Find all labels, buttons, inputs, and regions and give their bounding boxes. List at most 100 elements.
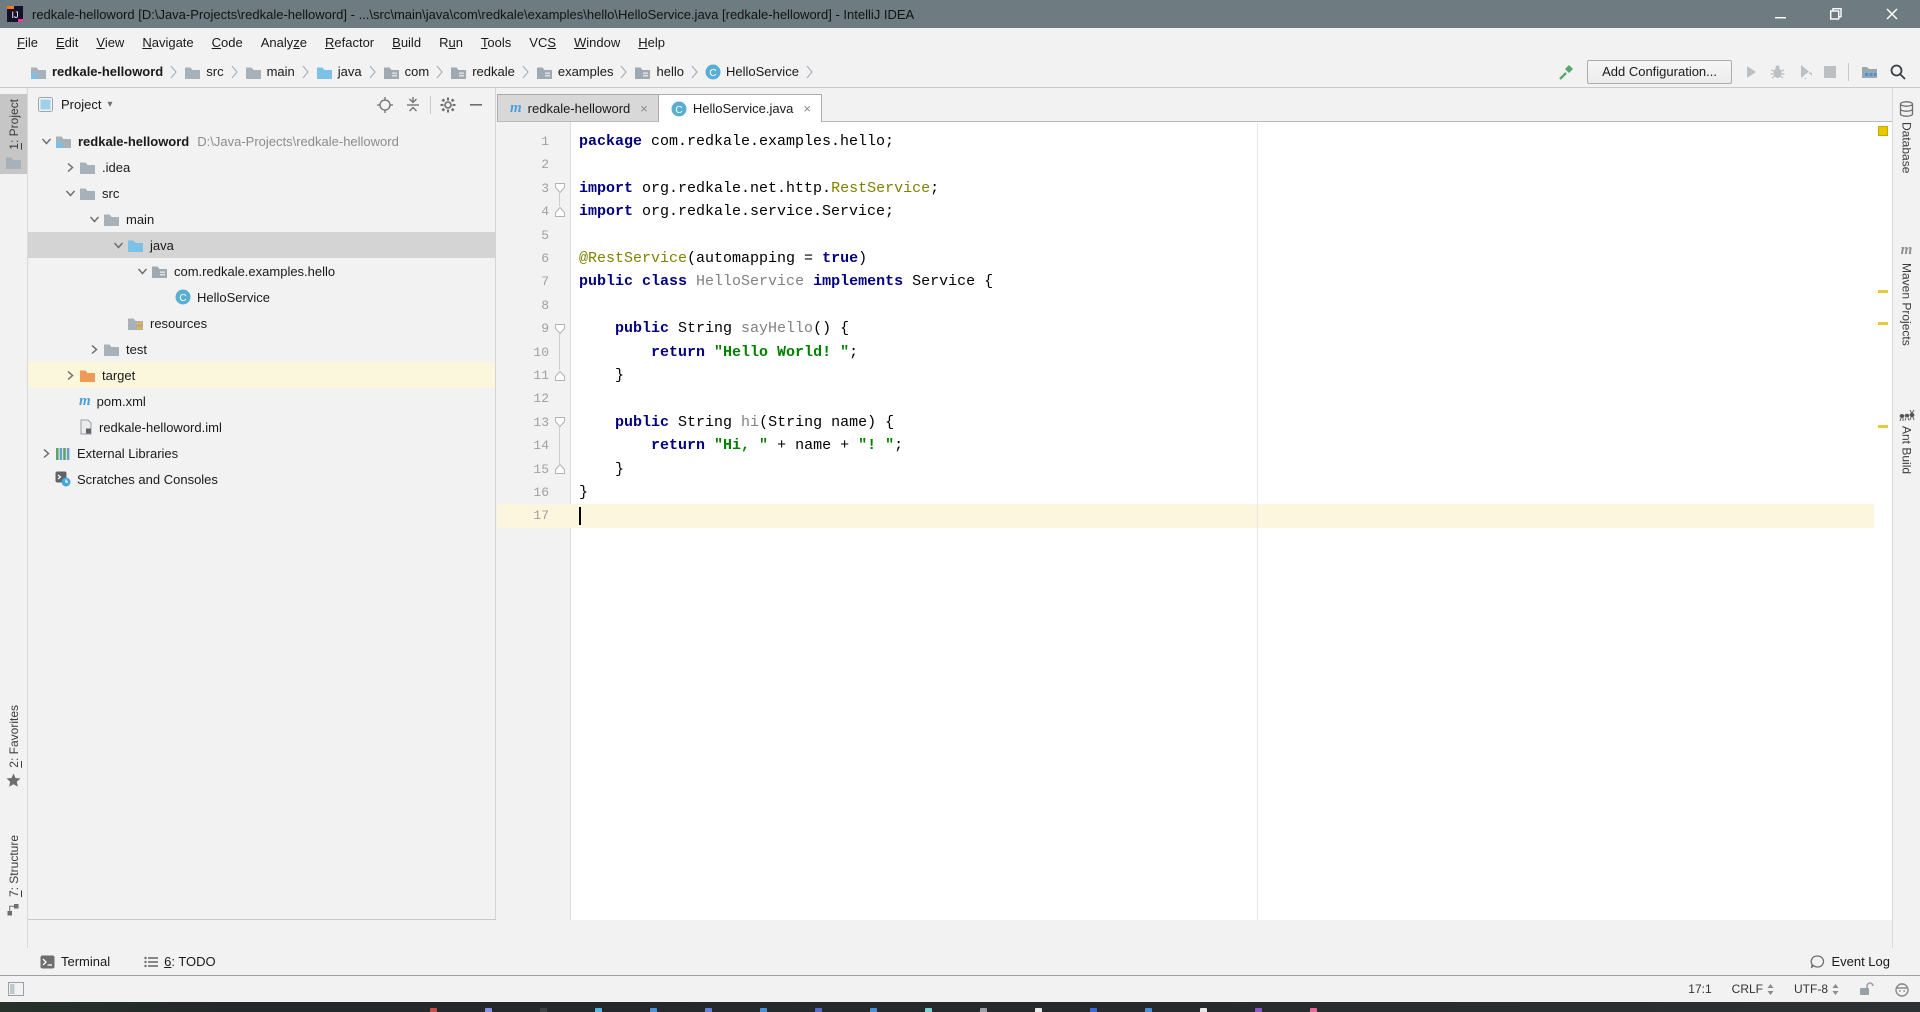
code-line-14[interactable]: return "Hi, " + name + "! "; — [579, 434, 903, 457]
tree-item-java[interactable]: java — [28, 232, 495, 258]
hide-panel-icon[interactable] — [465, 94, 487, 116]
line-separator-widget[interactable]: CRLF — [1732, 982, 1774, 996]
menu-tools[interactable]: Tools — [472, 31, 520, 54]
hector-inspections-icon[interactable] — [1894, 982, 1910, 997]
tab-close-icon[interactable]: × — [636, 101, 648, 116]
restore-button[interactable] — [1808, 0, 1864, 28]
warning-stripe-mark[interactable] — [1878, 425, 1888, 428]
tree-item-external-libraries[interactable]: External Libraries — [28, 440, 495, 466]
code-line-10[interactable]: return "Hello World! "; — [579, 341, 858, 364]
code-line-9[interactable]: public String sayHello() { — [579, 317, 849, 340]
tree-item-redkale-helloword[interactable]: redkale-hellowordD:\Java-Projects\redkal… — [28, 128, 495, 154]
tree-item-scratches-and-consoles[interactable]: Scratches and Consoles — [28, 466, 495, 492]
stripe-button-maven-projects[interactable]: mMaven Projects — [1893, 238, 1920, 351]
collapse-all-icon[interactable] — [402, 94, 424, 116]
tree-item-redkale-helloword-iml[interactable]: redkale-helloword.iml — [28, 414, 495, 440]
menu-run[interactable]: Run — [430, 31, 472, 54]
tree-expanded-chevron-icon[interactable] — [134, 263, 151, 280]
toolwindow-toggle-icon[interactable] — [8, 982, 24, 996]
tree-item-helloservice[interactable]: CHelloService — [28, 284, 495, 310]
breadcrumb-item-redkale-helloword[interactable]: redkale-helloword — [30, 64, 163, 79]
code-line-16[interactable]: } — [579, 481, 588, 504]
breadcrumb-item-src[interactable]: src — [184, 64, 223, 79]
code-line-6[interactable]: @RestService(automapping = true) — [579, 247, 867, 270]
menu-file[interactable]: File — [8, 31, 47, 54]
warning-stripe-mark[interactable] — [1878, 290, 1888, 293]
toolwindow-button-terminal[interactable]: Terminal — [40, 954, 110, 969]
breadcrumb-item-examples[interactable]: examples — [536, 64, 614, 79]
breadcrumb-item-helloservice[interactable]: CHelloService — [705, 64, 799, 80]
fold-start-icon[interactable] — [554, 317, 566, 340]
breadcrumb-item-hello[interactable]: hello — [634, 64, 683, 79]
settings-gear-icon[interactable] — [437, 94, 459, 116]
stripe-button-database[interactable]: Database — [1893, 96, 1920, 178]
debug-icon[interactable] — [1770, 64, 1785, 79]
warning-stripe-mark[interactable] — [1878, 322, 1888, 325]
tree-item-target[interactable]: target — [28, 362, 495, 388]
tree-collapsed-chevron-icon[interactable] — [62, 159, 79, 176]
tree-item-main[interactable]: main — [28, 206, 495, 232]
breadcrumb-item-main[interactable]: main — [245, 64, 295, 79]
tree-item-src[interactable]: src — [28, 180, 495, 206]
project-panel-title[interactable]: Project — [61, 97, 101, 112]
menu-vcs[interactable]: VCS — [520, 31, 565, 54]
stripe-button-2-favorites[interactable]: 2: Favorites — [0, 700, 27, 793]
fold-end-icon[interactable] — [554, 458, 566, 481]
locate-file-icon[interactable] — [374, 94, 396, 116]
menu-build[interactable]: Build — [383, 31, 430, 54]
stripe-button-1-project[interactable]: 1: Project — [0, 94, 27, 174]
editor-tab-helloservice-java[interactable]: CHelloService.java× — [658, 94, 822, 122]
run-with-coverage-icon[interactable] — [1797, 64, 1812, 79]
tree-item-resources[interactable]: resources — [28, 310, 495, 336]
code-line-7[interactable]: public class HelloService implements Ser… — [579, 270, 993, 293]
windows-taskbar[interactable] — [0, 1002, 1920, 1012]
stripe-button-ant-build[interactable]: Ant Build — [1893, 404, 1920, 479]
run-icon[interactable] — [1744, 65, 1758, 79]
tree-item-idea[interactable]: .idea — [28, 154, 495, 180]
tree-expanded-chevron-icon[interactable] — [62, 185, 79, 202]
editor-tab-redkale-helloword[interactable]: mredkale-helloword× — [497, 94, 659, 121]
caret-position-widget[interactable]: 17:1 — [1688, 982, 1711, 996]
fold-end-icon[interactable] — [554, 364, 566, 387]
code-line-3[interactable]: import org.redkale.net.http.RestService; — [579, 177, 939, 200]
menu-navigate[interactable]: Navigate — [133, 31, 202, 54]
stop-icon[interactable] — [1824, 66, 1836, 78]
breadcrumb-item-com[interactable]: com — [383, 64, 430, 79]
project-panel-dropdown-icon[interactable]: ▾ — [107, 99, 112, 110]
menu-edit[interactable]: Edit — [47, 31, 87, 54]
code-line-4[interactable]: import org.redkale.service.Service; — [579, 200, 894, 223]
minimize-button[interactable] — [1752, 0, 1808, 28]
fold-start-icon[interactable] — [554, 411, 566, 434]
code-line-13[interactable]: public String hi(String name) { — [579, 411, 894, 434]
tree-expanded-chevron-icon[interactable] — [86, 211, 103, 228]
tree-expanded-chevron-icon[interactable] — [38, 133, 55, 150]
menu-analyze[interactable]: Analyze — [252, 31, 316, 54]
code-line-11[interactable]: } — [579, 364, 624, 387]
breadcrumb-item-redkale[interactable]: redkale — [450, 64, 515, 79]
inspection-status-square[interactable] — [1878, 126, 1888, 136]
build-hammer-icon[interactable] — [1557, 63, 1575, 81]
fold-end-icon[interactable] — [554, 200, 566, 223]
search-everywhere-icon[interactable] — [1890, 64, 1906, 80]
menu-code[interactable]: Code — [203, 31, 252, 54]
lock-unlocked-icon[interactable] — [1859, 982, 1874, 996]
tree-collapsed-chevron-icon[interactable] — [86, 341, 103, 358]
project-structure-icon[interactable] — [1861, 65, 1878, 79]
tab-close-icon[interactable]: × — [799, 101, 811, 116]
menu-refactor[interactable]: Refactor — [316, 31, 383, 54]
tree-item-pom-xml[interactable]: mpom.xml — [28, 388, 495, 414]
stripe-button-7-structure[interactable]: 7: Structure — [0, 830, 27, 921]
encoding-widget[interactable]: UTF-8 — [1794, 982, 1839, 996]
tree-collapsed-chevron-icon[interactable] — [62, 367, 79, 384]
close-button[interactable] — [1864, 0, 1920, 28]
tree-collapsed-chevron-icon[interactable] — [38, 445, 55, 462]
fold-start-icon[interactable] — [554, 177, 566, 200]
code-line-1[interactable]: package com.redkale.examples.hello; — [579, 130, 894, 153]
tree-item-com-redkale-examples-hello[interactable]: com.redkale.examples.hello — [28, 258, 495, 284]
toolwindow-button-event-log[interactable]: Event Log — [1810, 954, 1890, 969]
tree-item-test[interactable]: test — [28, 336, 495, 362]
add-configuration-button[interactable]: Add Configuration... — [1587, 60, 1732, 84]
toolwindow-button-6-todo[interactable]: 6: TODO — [144, 954, 216, 969]
code-line-15[interactable]: } — [579, 458, 624, 481]
menu-window[interactable]: Window — [565, 31, 629, 54]
